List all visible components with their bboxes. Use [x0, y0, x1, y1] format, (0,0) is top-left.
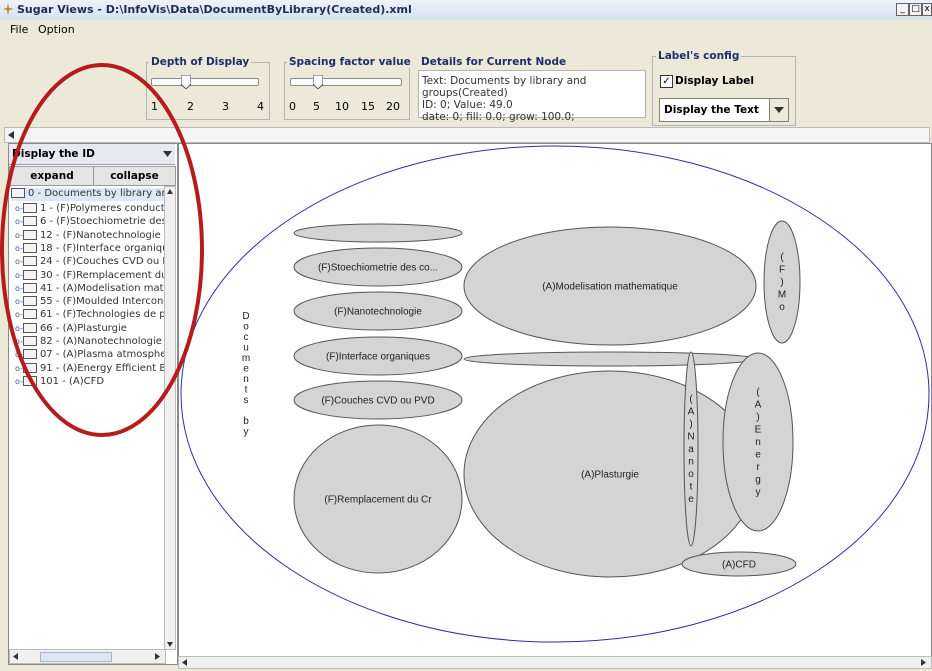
tree-hscroll-thumb[interactable] — [40, 652, 112, 662]
label-mode-combo[interactable]: Display the Text — [659, 98, 789, 122]
maximize-button[interactable]: □ — [909, 3, 922, 16]
treemap-canvas[interactable]: Documents by (F)Stoechiometrie des co...… — [178, 143, 932, 657]
annotation-circle — [0, 63, 204, 437]
treemap-node-label: (A)Modelisation mathematique — [542, 282, 678, 293]
treemap-node-label: (F)Stoechiometrie des co... — [318, 263, 438, 274]
treemap-node[interactable] — [293, 223, 463, 243]
treemap-node-label: (F)Interface organiques — [326, 352, 430, 363]
display-label-text: Display Label — [675, 75, 754, 87]
scroll-right-icon[interactable] — [921, 659, 926, 666]
depth-tick-3: 3 — [222, 100, 229, 113]
treemap-node-label: (F)Nanotechnologie — [334, 307, 422, 318]
treemap-node[interactable] — [463, 351, 757, 367]
scroll-down-icon[interactable] — [167, 642, 173, 647]
treemap-node-label: (F)Couches CVD ou PVD — [321, 396, 434, 407]
spacing-tick-15: 15 — [361, 100, 375, 113]
label-mode-arrow[interactable] — [769, 99, 788, 121]
spacing-slider-thumb[interactable] — [313, 75, 323, 89]
title-bar: Sugar Views - D:\InfoVis\Data\DocumentBy… — [0, 0, 932, 21]
treemap-node-label: (F)Remplacement du Cr — [324, 495, 432, 506]
tree-horizontal-scrollbar[interactable] — [9, 649, 166, 664]
app-icon — [3, 3, 14, 15]
label-mode-value: Display the Text — [664, 104, 759, 116]
depth-tick-4: 4 — [257, 100, 264, 113]
scroll-left-icon[interactable] — [13, 653, 18, 660]
canvas-horizontal-scrollbar[interactable] — [178, 656, 932, 669]
scroll-right-icon[interactable] — [155, 653, 160, 660]
spacing-tick-5: 5 — [313, 100, 320, 113]
details-line-text: Text: Documents by library and groups(Cr… — [422, 75, 587, 99]
details-label: Details for Current Node — [419, 56, 569, 68]
menu-option[interactable]: Option — [38, 23, 75, 36]
details-line-id: ID: 0; Value: 49.0 — [422, 99, 513, 111]
spacing-label: Spacing factor value — [287, 56, 413, 68]
details-line-date: date: 0; fill: 0.0; grow: 100.0; — [422, 111, 575, 123]
treemap-svg: Documents by (F)Stoechiometrie des co...… — [180, 145, 930, 643]
menu-bar: File Option — [0, 20, 932, 38]
treemap-node-label: (A) En e r g y — [755, 387, 762, 498]
spacing-tick-20: 20 — [386, 100, 400, 113]
spacing-tick-10: 10 — [335, 100, 349, 113]
label-config-label: Label's config — [656, 50, 742, 62]
treemap-node-label: (A)Plasturgie — [581, 470, 639, 481]
display-label-checkbox[interactable]: ✓ — [660, 75, 673, 88]
chevron-down-icon — [774, 107, 784, 113]
treemap-node-label: (A)CFD — [722, 560, 756, 571]
spacing-tick-0: 0 — [289, 100, 296, 113]
close-button[interactable]: x — [922, 3, 932, 16]
spacing-slider-track[interactable] — [290, 78, 402, 86]
details-box: Text: Documents by library and groups(Cr… — [418, 70, 646, 123]
menu-file[interactable]: File — [10, 23, 28, 36]
minimize-button[interactable]: _ — [896, 3, 909, 16]
window-title: Sugar Views - D:\InfoVis\Data\DocumentBy… — [17, 3, 412, 16]
scroll-left-icon[interactable] — [182, 659, 187, 666]
